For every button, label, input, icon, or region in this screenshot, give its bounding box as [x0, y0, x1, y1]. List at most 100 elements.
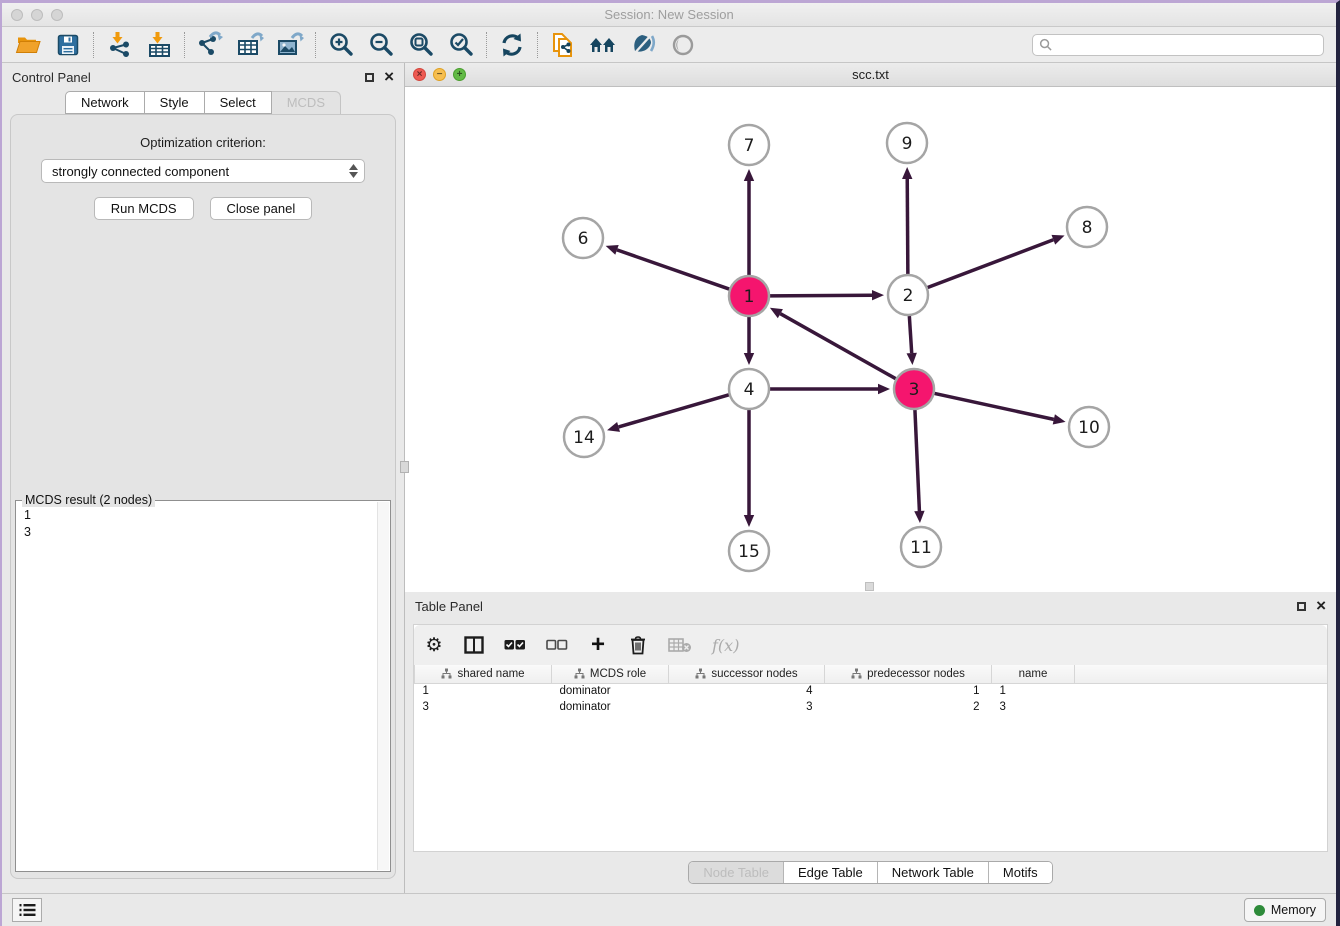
cell-predecessor-nodes[interactable]: 2	[825, 699, 992, 715]
column-header-shared-name[interactable]: shared name	[415, 665, 552, 683]
refresh-icon	[499, 32, 525, 58]
tab-select[interactable]: Select	[205, 91, 272, 114]
graph-edge-arrowhead	[914, 511, 924, 523]
tab-node-table[interactable]: Node Table	[689, 862, 783, 883]
graph-edge-2-8[interactable]	[928, 240, 1054, 288]
window-title: Session: New Session	[2, 7, 1336, 22]
add-column-button[interactable]: +	[588, 632, 608, 658]
panel-divider-grip[interactable]	[400, 461, 409, 473]
export-table-icon	[236, 31, 264, 58]
cell-predecessor-nodes[interactable]: 1	[825, 683, 992, 699]
graph-edge-3-10[interactable]	[935, 393, 1054, 419]
select-all-button[interactable]	[504, 632, 526, 658]
graph-edge-4-14[interactable]	[619, 395, 729, 427]
close-panel-icon[interactable]: ×	[384, 72, 394, 82]
graph-edge-3-1[interactable]	[780, 314, 895, 379]
memory-button[interactable]: Memory	[1244, 898, 1326, 922]
tab-style[interactable]: Style	[145, 91, 205, 114]
import-network-button[interactable]	[99, 29, 139, 61]
graph-edge-arrowhead	[607, 422, 620, 432]
cell-shared-name[interactable]: 3	[415, 699, 552, 715]
export-network-button[interactable]	[190, 29, 230, 61]
cell-shared-name[interactable]: 1	[415, 683, 552, 699]
table-row[interactable]: 1 dominator 4 1 1	[415, 683, 1328, 699]
clone-network-icon	[550, 31, 577, 59]
task-history-button[interactable]	[12, 898, 42, 922]
cell-successor-nodes[interactable]: 4	[669, 683, 825, 699]
zoom-in-button[interactable]	[321, 29, 361, 61]
delete-column-button[interactable]	[628, 632, 648, 658]
save-session-button[interactable]	[48, 29, 88, 61]
function-builder-button[interactable]: f(x)	[712, 632, 739, 658]
table-panel-content: ⚙	[413, 624, 1328, 852]
canvas-scroll-grip[interactable]	[865, 582, 874, 591]
first-neighbors-button[interactable]	[583, 29, 623, 61]
graph-edge-1-6[interactable]	[617, 250, 729, 289]
mcds-result-item: 1	[24, 507, 382, 524]
fx-icon: f(x)	[712, 636, 739, 655]
birds-eye-button[interactable]	[663, 29, 703, 61]
column-header-predecessor-nodes[interactable]: predecessor nodes	[825, 665, 992, 683]
tab-network[interactable]: Network	[65, 91, 145, 114]
open-session-button[interactable]	[8, 29, 48, 61]
graphics-details-button[interactable]	[623, 29, 663, 61]
search-input[interactable]	[1057, 38, 1317, 52]
network-canvas[interactable]: 7968124314101511	[405, 87, 1336, 592]
right-column: × − + scc.txt 7968124314101511 Table Pan…	[405, 63, 1336, 893]
float-panel-icon[interactable]	[365, 73, 374, 82]
tab-edge-table[interactable]: Edge Table	[783, 862, 877, 883]
graph-node-label: 14	[573, 428, 595, 448]
search-field[interactable]	[1032, 34, 1324, 56]
tab-mcds[interactable]: MCDS	[272, 91, 341, 114]
mcds-result-box: MCDS result (2 nodes) 1 3	[15, 500, 391, 872]
toolbar-separator	[537, 32, 538, 58]
open-folder-icon	[15, 32, 41, 58]
table-panel: Table Panel × ⚙	[405, 592, 1336, 893]
attribute-tree-icon	[441, 668, 452, 679]
column-view-icon	[464, 636, 484, 654]
close-panel-icon[interactable]: ×	[1316, 601, 1326, 611]
network-graph[interactable]: 7968124314101511	[405, 87, 1335, 592]
table-row[interactable]: 3 dominator 3 2 3	[415, 699, 1328, 715]
graphics-details-icon	[630, 32, 657, 58]
graph-node-label: 4	[744, 380, 755, 400]
column-header-mcds-role[interactable]: MCDS role	[552, 665, 669, 683]
refresh-button[interactable]	[492, 29, 532, 61]
graph-edge-2-3[interactable]	[909, 316, 911, 353]
cell-name[interactable]: 1	[992, 683, 1075, 699]
zoom-selected-button[interactable]	[441, 29, 481, 61]
close-panel-button[interactable]: Close panel	[210, 197, 313, 220]
column-header-successor-nodes[interactable]: successor nodes	[669, 665, 825, 683]
delete-table-button[interactable]	[668, 632, 692, 658]
tab-network-table[interactable]: Network Table	[877, 862, 988, 883]
graph-edge-arrowhead	[744, 515, 754, 527]
export-image-button[interactable]	[270, 29, 310, 61]
mcds-panel: Optimization criterion: strongly connect…	[10, 114, 396, 879]
graph-edge-arrowhead	[744, 353, 754, 365]
cell-mcds-role[interactable]: dominator	[552, 683, 669, 699]
cell-mcds-role[interactable]: dominator	[552, 699, 669, 715]
tab-motifs[interactable]: Motifs	[988, 862, 1052, 883]
unselect-all-button[interactable]	[546, 632, 568, 658]
cell-successor-nodes[interactable]: 3	[669, 699, 825, 715]
column-view-button[interactable]	[464, 632, 484, 658]
table-settings-button[interactable]: ⚙	[424, 632, 444, 658]
search-icon	[1039, 38, 1052, 51]
import-table-button[interactable]	[139, 29, 179, 61]
attribute-tree-icon	[695, 668, 706, 679]
export-table-button[interactable]	[230, 29, 270, 61]
graph-edge-2-9[interactable]	[907, 179, 908, 274]
zoom-fit-button[interactable]	[401, 29, 441, 61]
gear-icon: ⚙	[425, 636, 442, 655]
run-mcds-button[interactable]: Run MCDS	[94, 197, 194, 220]
column-header-name[interactable]: name	[992, 665, 1075, 683]
unselect-all-icon	[546, 638, 568, 652]
float-panel-icon[interactable]	[1297, 602, 1306, 611]
graph-edge-3-11[interactable]	[915, 410, 919, 511]
cell-name[interactable]: 3	[992, 699, 1075, 715]
clone-network-button[interactable]	[543, 29, 583, 61]
criterion-select[interactable]: strongly connected component	[41, 159, 365, 183]
zoom-out-button[interactable]	[361, 29, 401, 61]
graph-edge-1-2[interactable]	[770, 295, 872, 296]
result-scrollbar[interactable]	[377, 502, 389, 870]
